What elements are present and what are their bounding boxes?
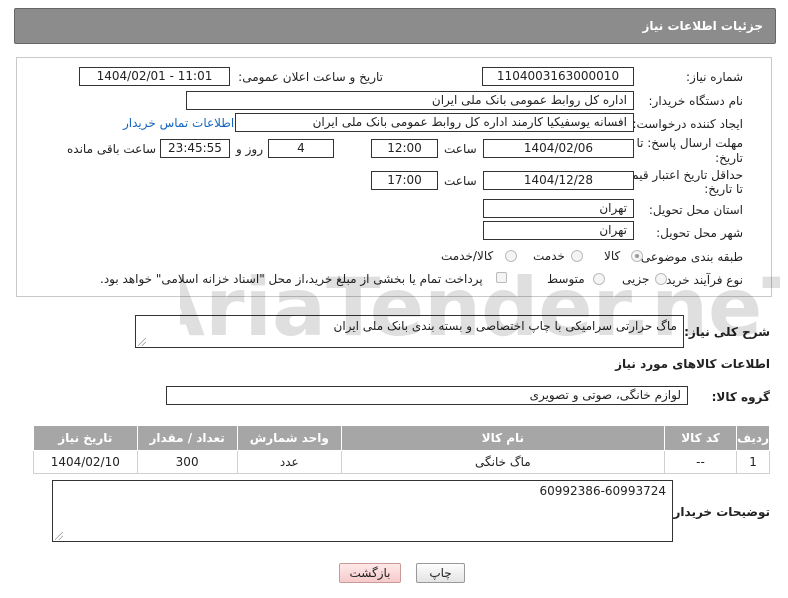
resize-handle-icon[interactable] xyxy=(138,338,146,346)
treasury-payment-note: پرداخت تمام یا بخشی از مبلغ خرید،از محل … xyxy=(100,272,483,286)
need-number-field[interactable]: 1104003163000010 xyxy=(482,67,634,86)
announce-datetime-field[interactable]: 1404/02/01 - 11:01 xyxy=(79,67,230,86)
process-radio-medium[interactable] xyxy=(593,273,605,285)
deadline-date-field[interactable]: 1404/02/06 xyxy=(483,139,634,158)
province-field[interactable]: تهران xyxy=(483,199,634,218)
cell-row: 1 xyxy=(736,450,770,474)
category-radio-goods[interactable] xyxy=(631,250,643,262)
buyer-notes-textarea[interactable]: 60992386-60993724 xyxy=(52,480,673,542)
buyer-notes-label: توضیحات خریدار: xyxy=(668,505,770,519)
creator-label: ایجاد کننده درخواست: xyxy=(632,117,743,131)
treasury-payment-checkbox[interactable] xyxy=(496,272,507,283)
col-unit: واحد شمارش xyxy=(236,425,342,451)
category-option-service: خدمت xyxy=(533,249,565,263)
deadline-label-date: تاریخ: xyxy=(715,151,743,165)
cell-name: ماگ خانگی xyxy=(340,450,665,474)
col-code: کد کالا xyxy=(663,425,738,451)
buyer-contact-link[interactable]: اطلاعات تماس خریدار xyxy=(123,116,234,130)
table-row: 1 -- ماگ خانگی عدد 300 1404/02/10 xyxy=(33,450,770,474)
city-label: شهر محل تحویل: xyxy=(656,226,743,240)
description-text: ماگ حرارتی سرامیکی با چاپ اختصاصی و بسته… xyxy=(333,319,677,333)
cell-unit: عدد xyxy=(236,450,342,474)
category-label: طبقه بندی موضوعی: xyxy=(636,250,743,264)
cell-qty: 300 xyxy=(136,450,238,474)
process-option-minor: جزیی xyxy=(622,272,650,286)
min-validity-label-date: تا تاریخ: xyxy=(704,182,743,196)
city-field[interactable]: تهران xyxy=(483,221,634,240)
process-option-medium: متوسط xyxy=(547,272,585,286)
deadline-time-field[interactable]: 12:00 xyxy=(371,139,438,158)
goods-section-title: اطلاعات کالاهای مورد نیاز xyxy=(615,357,770,371)
col-qty: تعداد / مقدار xyxy=(136,425,238,451)
announce-datetime-label: تاریخ و ساعت اعلان عمومی: xyxy=(238,70,383,84)
buyer-org-label: نام دستگاه خریدار: xyxy=(648,94,744,108)
deadline-time-word: ساعت xyxy=(444,142,477,156)
page-header: جزئیات اطلاعات نیاز xyxy=(14,8,776,44)
cell-date: 1404/02/10 xyxy=(33,450,138,474)
buyer-org-field[interactable]: اداره کل روابط عمومی بانک ملی ایران xyxy=(186,91,634,110)
province-label: استان محل تحویل: xyxy=(648,203,743,217)
resize-handle-icon[interactable] xyxy=(55,532,63,540)
description-label: شرح کلی نیاز: xyxy=(684,325,770,339)
cell-code: -- xyxy=(663,450,738,474)
category-option-goods: کالا xyxy=(604,249,621,263)
deadline-label: مهلت ارسال پاسخ: تا xyxy=(636,136,743,150)
goods-group-label: گروه کالا: xyxy=(711,390,770,404)
goods-table-header: ردیف کد کالا نام کالا واحد شمارش تعداد /… xyxy=(33,425,770,451)
days-remaining-field[interactable]: 4 xyxy=(268,139,334,158)
buyer-notes-text: 60992386-60993724 xyxy=(539,484,667,498)
col-row: ردیف xyxy=(736,425,770,451)
goods-group-field[interactable]: لوازم خانگی، صوتی و تصویری xyxy=(166,386,688,405)
category-option-goods-service: کالا/خدمت xyxy=(441,249,494,263)
back-button[interactable]: بازگشت xyxy=(339,563,401,583)
days-word: روز و xyxy=(236,142,263,156)
category-radio-service[interactable] xyxy=(571,250,583,262)
process-label: نوع فرآیند خرید : xyxy=(658,273,743,287)
validity-time-word: ساعت xyxy=(444,174,477,188)
page-title: جزئیات اطلاعات نیاز xyxy=(642,19,763,33)
min-validity-label: حداقل تاریخ اعتبار قیمت: xyxy=(616,168,743,182)
print-button[interactable]: چاپ xyxy=(416,563,465,583)
col-name: نام کالا xyxy=(340,425,665,451)
remaining-word: ساعت باقی مانده xyxy=(67,142,157,156)
category-radio-goods-service[interactable] xyxy=(505,250,517,262)
process-radio-minor[interactable] xyxy=(655,273,667,285)
need-number-label: شماره نیاز: xyxy=(686,70,743,84)
validity-date-field[interactable]: 1404/12/28 xyxy=(483,171,634,190)
validity-time-field[interactable]: 17:00 xyxy=(371,171,438,190)
remaining-time-field[interactable]: 23:45:55 xyxy=(160,139,230,158)
col-date: تاریخ نیاز xyxy=(33,425,138,451)
creator-field[interactable]: افسانه یوسفیکیا کارمند اداره کل روابط عم… xyxy=(235,113,634,132)
goods-table: ردیف کد کالا نام کالا واحد شمارش تعداد /… xyxy=(33,425,770,474)
description-textarea[interactable]: ماگ حرارتی سرامیکی با چاپ اختصاصی و بسته… xyxy=(135,315,684,348)
